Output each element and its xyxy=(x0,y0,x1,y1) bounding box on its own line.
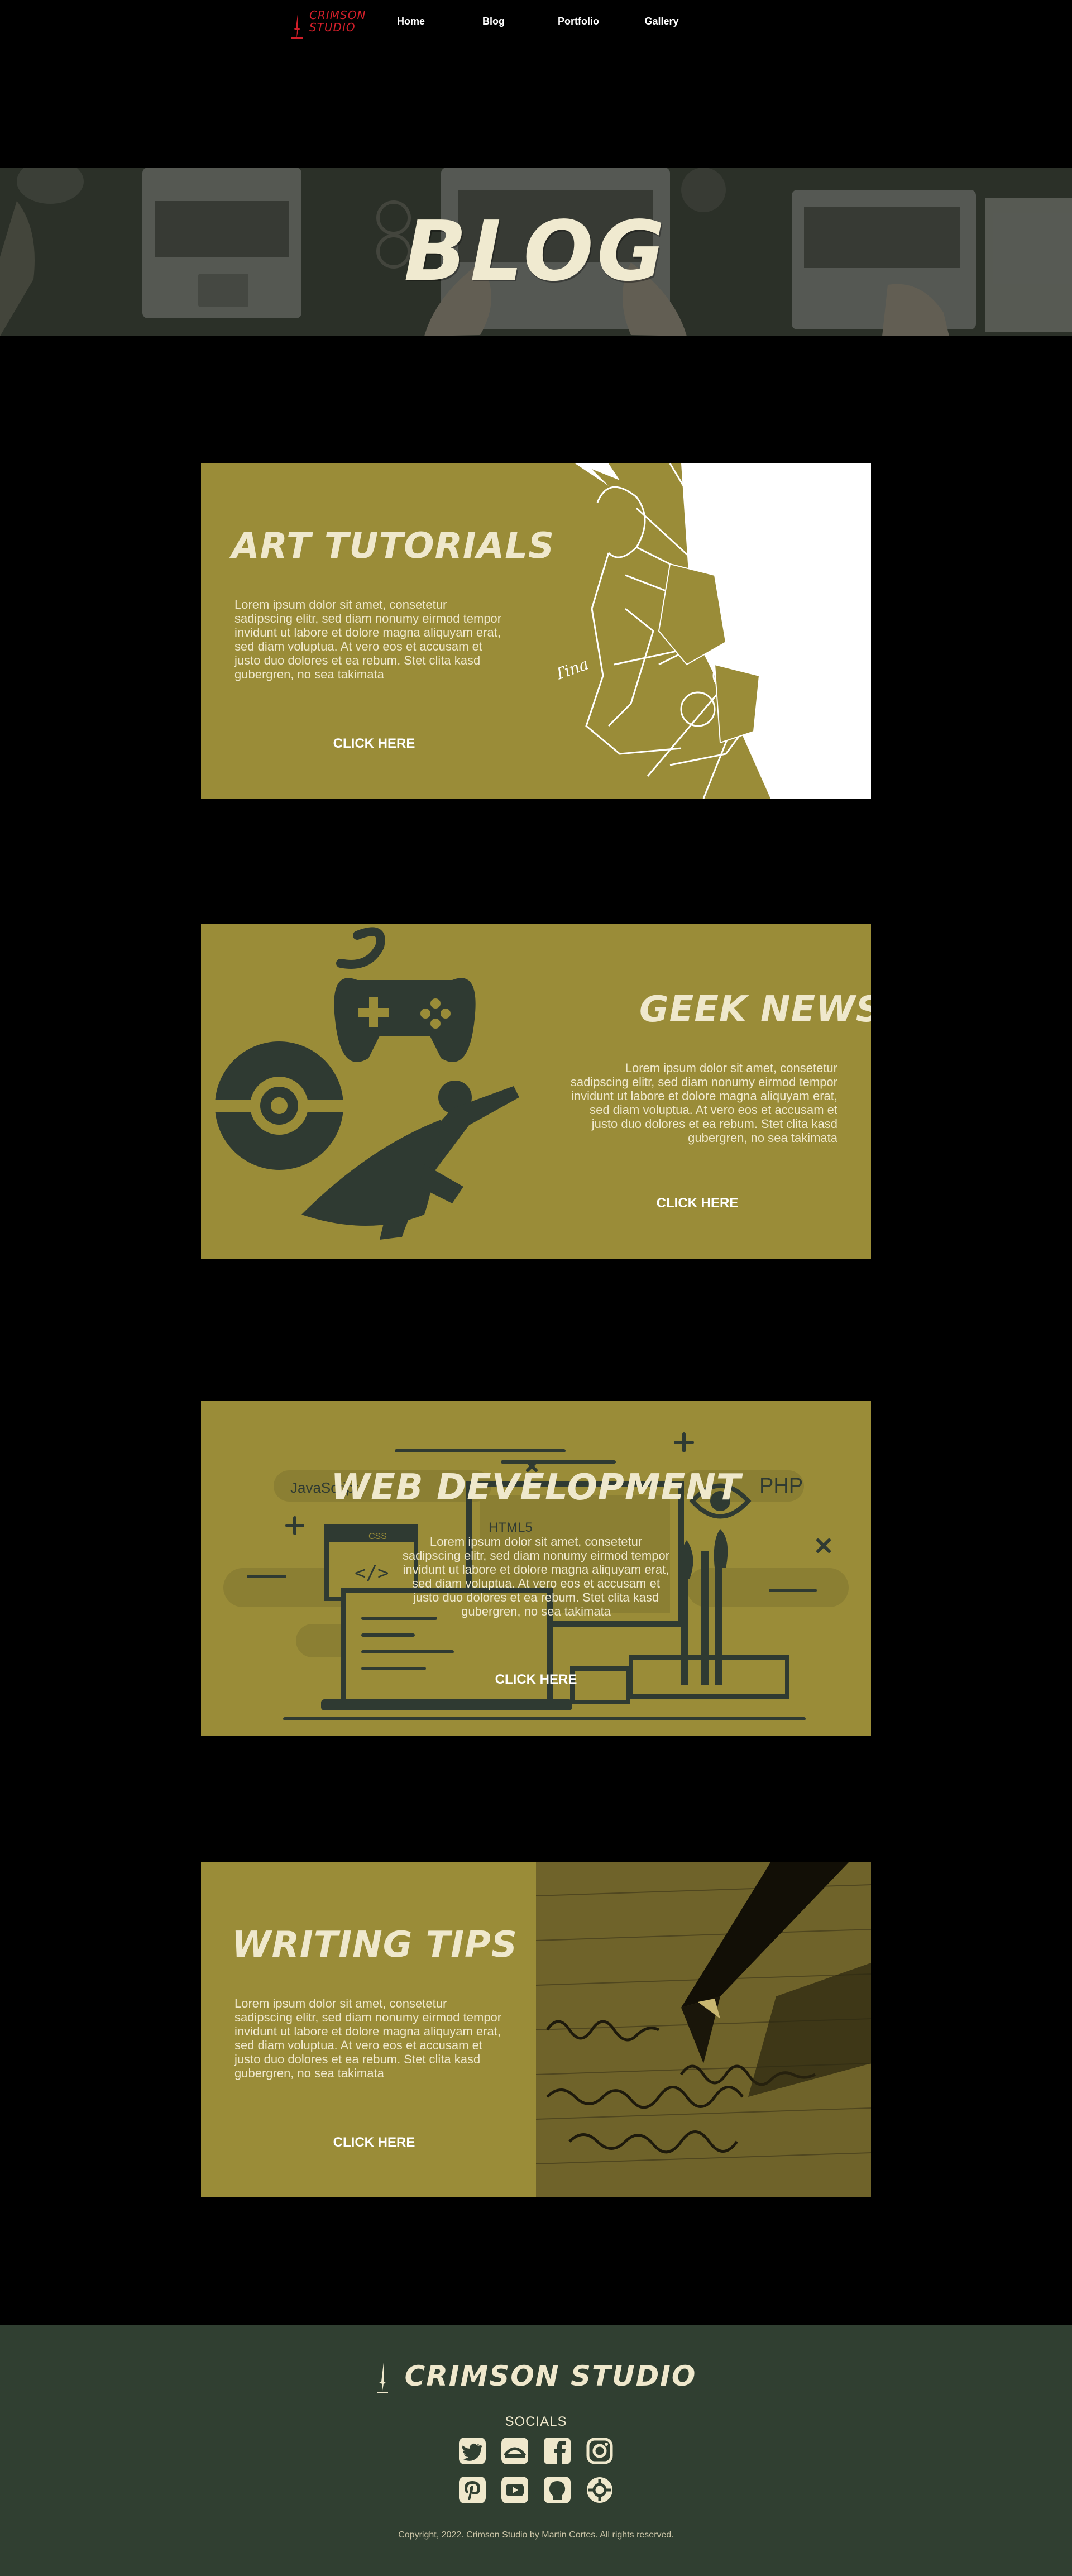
quill-logo-icon xyxy=(376,2362,388,2394)
fountain-pen-photo xyxy=(536,1862,871,2197)
footer-logo[interactable]: CRIMSON STUDIO xyxy=(0,2358,1072,2395)
blog-card-art-tutorials: Tina ART TUTORIALS Lorem ipsum dolor sit… xyxy=(201,463,871,799)
gamepad-icon xyxy=(334,927,476,1062)
site-footer: CRIMSON STUDIO SOCIALS Copyright, 2022. … xyxy=(0,2325,1072,2576)
card-body: Lorem ipsum dolor sit amet, consetetur s… xyxy=(402,1535,670,1618)
pokeball-icon xyxy=(215,1041,343,1170)
css-label: CSS xyxy=(368,1532,387,1541)
deviantart-icon[interactable] xyxy=(500,2436,529,2465)
quill-logo-icon xyxy=(291,10,303,39)
click-here-button[interactable]: CLICK HERE xyxy=(313,2131,436,2154)
nav-link-home[interactable]: Home xyxy=(377,15,444,28)
footer-logo-text: CRIMSON STUDIO xyxy=(404,2360,697,2392)
pinterest-icon[interactable] xyxy=(458,2475,487,2505)
html5-label: HTML5 xyxy=(489,1520,533,1535)
card-title: WRITING TIPS xyxy=(232,1924,518,1966)
geek-icons-illustration xyxy=(215,927,519,1240)
blog-card-writing-tips: WRITING TIPS Lorem ipsum dolor sit amet,… xyxy=(201,1862,871,2197)
facebook-icon[interactable] xyxy=(543,2436,572,2465)
blog-card-web-development: JavaScript PHP HTML5 CSS </> WEB DEVELOP… xyxy=(201,1401,871,1736)
crimson-badge-icon[interactable] xyxy=(585,2475,614,2505)
logo-text-line2: STUDIO xyxy=(309,21,356,34)
click-here-button[interactable]: CLICK HERE xyxy=(636,1192,759,1215)
blog-hero-banner: BLOG xyxy=(0,168,1072,336)
card-body: Lorem ipsum dolor sit amet, consetetur s… xyxy=(234,1996,502,2080)
card-body: Lorem ipsum dolor sit amet, consetetur s… xyxy=(570,1061,838,1145)
github-icon[interactable] xyxy=(543,2475,572,2505)
card-title: GEEK NEWS xyxy=(639,989,871,1030)
socials-label: SOCIALS xyxy=(505,2414,567,2429)
card-title: ART TUTORIALS xyxy=(232,525,555,567)
anime-knight-illustration: Tina xyxy=(558,463,871,799)
crimson-studio-logo[interactable]: CRIMSON STUDIO xyxy=(290,6,365,39)
click-here-button[interactable]: CLICK HERE xyxy=(475,1669,597,1691)
nav-link-gallery[interactable]: Gallery xyxy=(628,15,695,28)
logo-text-line1: CRIMSON xyxy=(309,8,366,22)
code-tag-label: </> xyxy=(355,1562,389,1584)
twitter-icon[interactable] xyxy=(458,2436,487,2465)
logo-text: CRIMSON STUDIO xyxy=(309,9,365,34)
card-title: WEB DEVELOPMENT xyxy=(331,1467,741,1508)
youtube-icon[interactable] xyxy=(500,2475,529,2505)
instagram-icon[interactable] xyxy=(585,2436,614,2465)
nav-link-blog[interactable]: Blog xyxy=(460,15,527,28)
top-navbar: CRIMSON STUDIO Home Blog Portfolio Galle… xyxy=(0,0,1072,45)
copyright-text: Copyright, 2022. Crimson Studio by Marti… xyxy=(398,2530,674,2540)
blog-card-geek-news: GEEK NEWS Lorem ipsum dolor sit amet, co… xyxy=(201,924,871,1259)
card-body: Lorem ipsum dolor sit amet, consetetur s… xyxy=(234,598,502,681)
hero-title: BLOG xyxy=(404,203,668,299)
click-here-button[interactable]: CLICK HERE xyxy=(313,733,436,755)
nav-link-portfolio[interactable]: Portfolio xyxy=(545,15,612,28)
